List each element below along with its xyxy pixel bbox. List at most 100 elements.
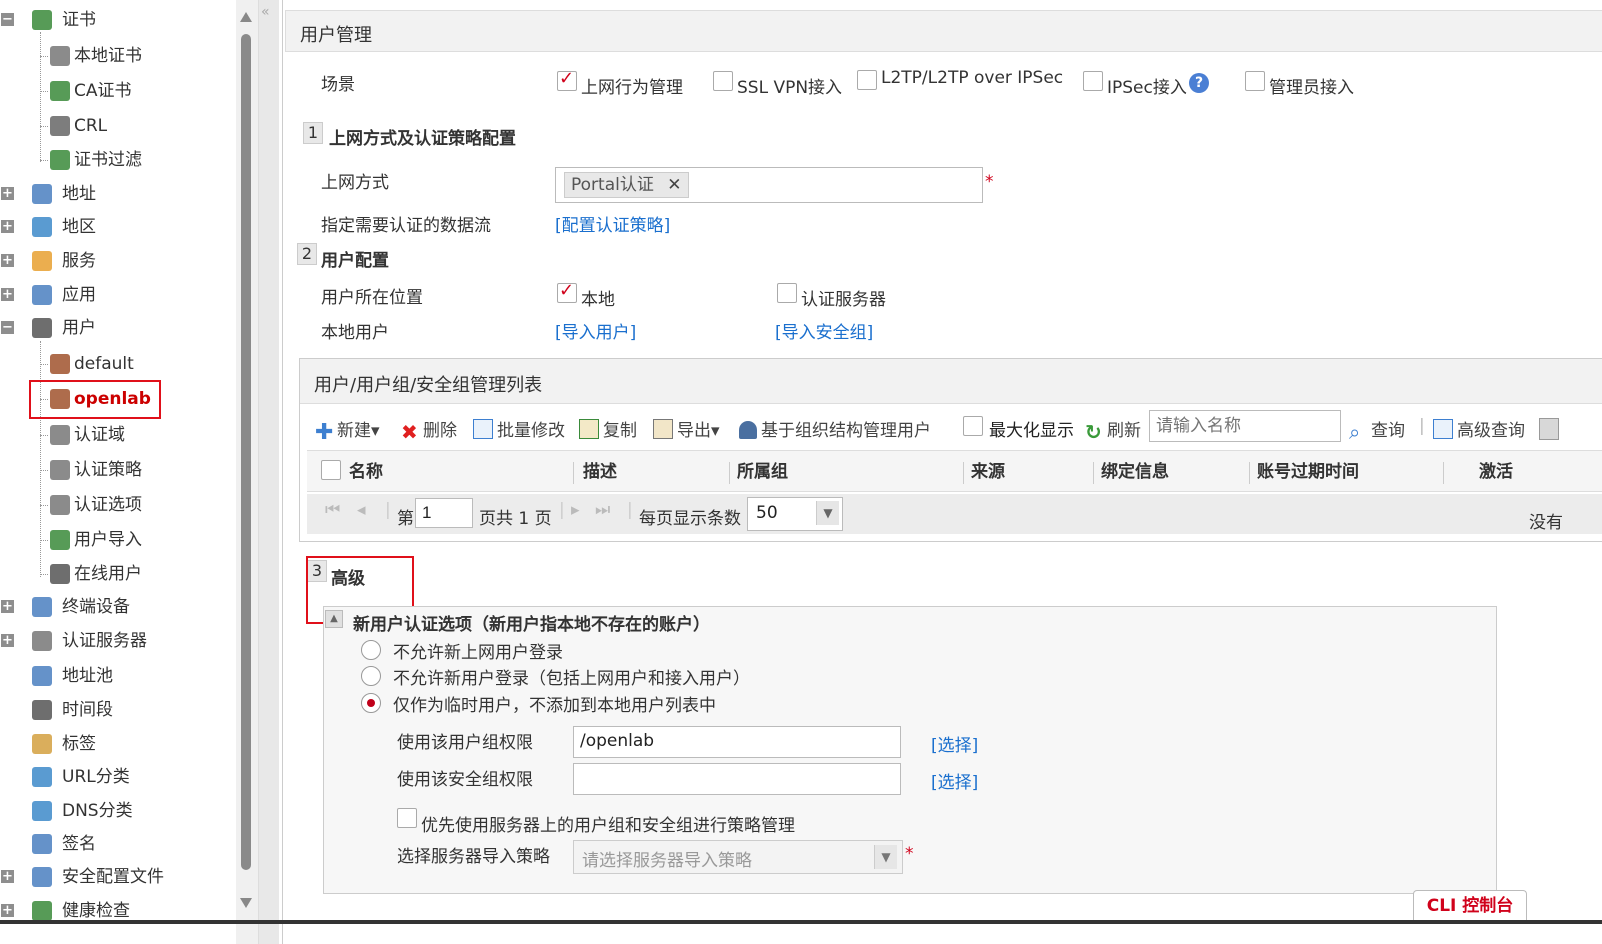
remove-tag-icon[interactable]: ✕ [667, 175, 681, 195]
tree-connector [40, 56, 48, 57]
new-user-radio[interactable] [361, 693, 381, 713]
last-page-icon[interactable]: ⏭ [595, 500, 610, 520]
tree-item-icon [32, 251, 52, 271]
access-method-tag: Portal认证 ✕ [564, 172, 689, 198]
advanced-query-button[interactable]: 高级查询 [1433, 416, 1525, 441]
search-input[interactable] [1149, 410, 1341, 442]
tree-item-label: 终端设备 [62, 597, 130, 617]
new-user-radio[interactable] [361, 640, 381, 660]
sec-perm-label: 使用该安全组权限 [397, 770, 533, 790]
first-page-icon[interactable]: ⏮ [325, 500, 340, 520]
org-manage-button[interactable]: 基于组织结构管理用户 [739, 416, 931, 441]
prefer-server-label: 优先使用服务器上的用户组和安全组进行策略管理 [421, 816, 795, 836]
scene-checkbox[interactable] [857, 70, 877, 90]
expand-icon[interactable]: + [1, 288, 14, 301]
tree-item-icon [50, 150, 70, 170]
delete-button[interactable]: ✖ 删除 [401, 416, 457, 444]
scene-checkbox[interactable] [1083, 71, 1103, 91]
column-header[interactable]: 描述 [583, 458, 617, 486]
access-tag-label: Portal认证 [571, 175, 654, 195]
advanced-label: 高级查询 [1457, 421, 1525, 441]
tree-item-label: 认证服务器 [62, 631, 147, 651]
export-button[interactable]: 导出▾ [653, 416, 720, 441]
per-page-select[interactable]: 50 ▼ [747, 497, 843, 531]
scene-label-item: IPSec接入 [1107, 78, 1187, 98]
tree-item-icon [32, 597, 52, 617]
collapse-icon[interactable]: « [261, 4, 270, 20]
import-group-link[interactable]: [导入安全组] [775, 318, 873, 343]
tree-connector [40, 32, 41, 162]
column-header[interactable]: 账号过期时间 [1257, 458, 1359, 486]
per-page-label: 每页显示条数 [639, 509, 741, 529]
page-input[interactable] [415, 498, 473, 528]
tree-item-label: 服务 [62, 251, 96, 271]
access-method-select[interactable]: Portal认证 ✕ [555, 167, 983, 203]
tree-connector [40, 470, 48, 471]
refresh-button[interactable]: ↻ 刷新 [1085, 416, 1141, 442]
group-perm-input[interactable]: /openlab [573, 726, 901, 758]
expand-icon[interactable]: + [1, 870, 14, 883]
batch-edit-button[interactable]: 批量修改 [473, 416, 565, 441]
query-label: 查询 [1371, 421, 1405, 441]
new-button[interactable]: ✚ 新建▾ [315, 416, 380, 444]
auth-server-checkbox[interactable] [777, 283, 797, 303]
collapse-icon[interactable]: − [1, 321, 14, 334]
sec-perm-input[interactable] [573, 763, 901, 795]
new-user-radio[interactable] [361, 666, 381, 686]
expand-icon[interactable]: + [1, 220, 14, 233]
tree-item-icon [32, 801, 52, 821]
config-auth-policy-link[interactable]: [配置认证策略] [555, 211, 670, 236]
scroll-up-icon[interactable] [240, 12, 252, 22]
batch-label: 批量修改 [497, 421, 565, 441]
bottom-bar [0, 920, 1602, 924]
column-header[interactable]: 来源 [971, 458, 1005, 486]
trash-icon[interactable] [1539, 418, 1559, 440]
refresh-label: 刷新 [1107, 421, 1141, 441]
local-checkbox[interactable] [557, 280, 577, 303]
select-all-checkbox[interactable] [321, 460, 341, 480]
maximize-label: 最大化显示 [989, 421, 1074, 441]
tree-connector [40, 574, 48, 575]
expand-icon[interactable]: + [1, 187, 14, 200]
server-policy-select[interactable]: 请选择服务器导入策略 ▼ [573, 840, 903, 874]
column-header[interactable]: 所属组 [737, 458, 788, 486]
maximize-checkbox[interactable] [963, 416, 983, 436]
cli-console-button[interactable]: CLI 控制台 [1413, 890, 1527, 923]
panel-splitter[interactable]: « [258, 0, 279, 944]
server-policy-label: 选择服务器导入策略 [397, 847, 550, 867]
tree-scrollbar-thumb[interactable] [241, 34, 251, 870]
column-divider [1249, 462, 1250, 484]
collapse-icon[interactable]: − [1, 13, 14, 26]
tree-item-label: CA证书 [74, 81, 132, 101]
required-mark: * [985, 172, 994, 192]
next-page-icon[interactable]: ▸ [571, 500, 580, 520]
select-group-link[interactable]: [选择] [931, 731, 978, 756]
collapse-section-icon[interactable]: ▲ [325, 610, 343, 628]
list-title: 用户/用户组/安全组管理列表 [314, 375, 543, 396]
scroll-down-icon[interactable] [240, 898, 252, 908]
delete-icon: ✖ [401, 420, 418, 444]
export-label: 导出 [677, 421, 711, 441]
scene-checkbox[interactable] [557, 68, 577, 91]
import-user-link[interactable]: [导入用户] [555, 318, 636, 343]
tree-item-label: 标签 [62, 734, 96, 754]
column-header[interactable]: 绑定信息 [1101, 458, 1169, 486]
tree-item-icon [32, 700, 52, 720]
expand-icon[interactable]: + [1, 634, 14, 647]
column-header[interactable]: 激活 [1479, 458, 1513, 486]
list-header: 用户/用户组/安全组管理列表 [300, 359, 1602, 404]
scene-checkbox[interactable] [713, 71, 733, 91]
column-header[interactable]: 名称 [349, 458, 383, 486]
prefer-server-checkbox[interactable] [397, 808, 417, 828]
expand-icon[interactable]: + [1, 254, 14, 267]
main-panel: 用户管理 场景 上网行为管理 SSL VPN接入 L2TP/L2TP over IP… [282, 0, 1602, 944]
query-button[interactable]: ⌕ 查询 [1349, 416, 1405, 442]
select-security-group-link[interactable]: [选择] [931, 768, 978, 793]
scene-checkbox[interactable] [1245, 71, 1265, 91]
prev-page-icon[interactable]: ◂ [357, 500, 366, 520]
copy-button[interactable]: 复制 [579, 416, 637, 441]
question-icon[interactable]: ? [1189, 73, 1209, 93]
expand-icon[interactable]: + [1, 904, 14, 917]
local-label: 本地 [581, 290, 615, 310]
expand-icon[interactable]: + [1, 600, 14, 613]
